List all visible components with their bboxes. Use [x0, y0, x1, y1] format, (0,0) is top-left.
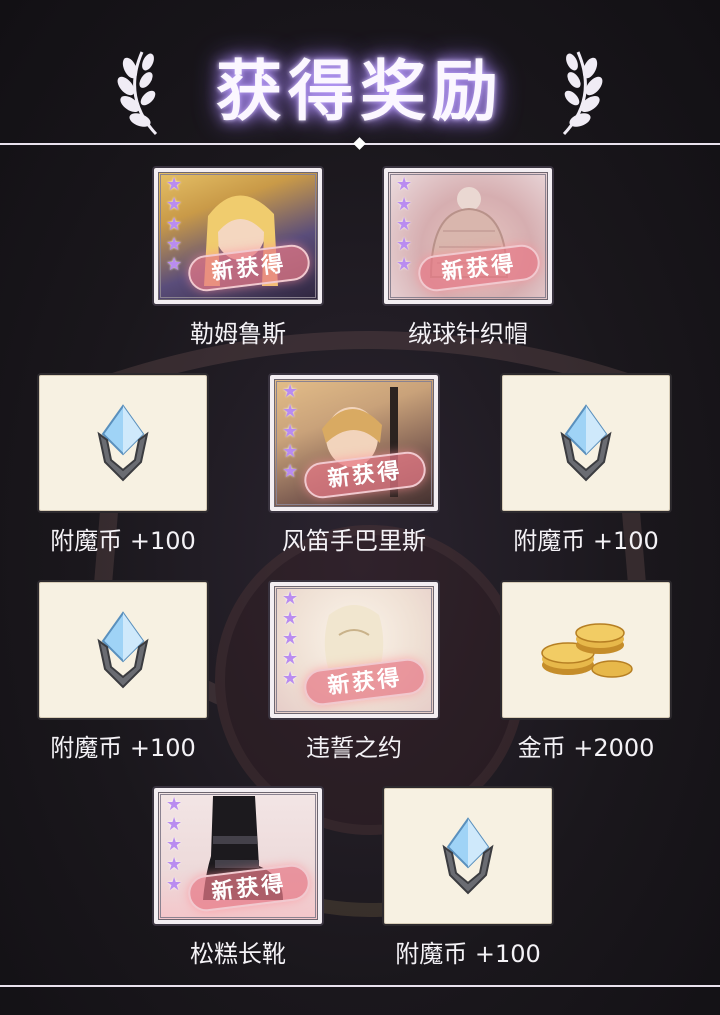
- star-icon: ★: [282, 648, 299, 669]
- star-icon: ★: [282, 628, 299, 649]
- story-card: ★ ★ ★ ★ ★ 新获得: [268, 580, 440, 720]
- reward-label: 附魔币 +100: [395, 940, 541, 968]
- star-icon: ★: [282, 668, 299, 689]
- reward-label: 附魔币 +100: [50, 527, 196, 555]
- enchant-coin-icon: [442, 817, 494, 895]
- reward-item-enchant-coin[interactable]: 附魔币 +100: [500, 373, 672, 555]
- reward-label: 松糕长靴: [190, 940, 286, 968]
- enchant-coin-icon: [97, 611, 149, 689]
- star-icon: ★: [166, 174, 183, 195]
- star-icon: ★: [166, 254, 183, 275]
- star-icon: ★: [166, 834, 183, 855]
- footer-divider: [0, 985, 720, 987]
- star-icon: ★: [396, 194, 413, 215]
- currency-card: [500, 373, 672, 513]
- divider-ornament-icon: [353, 137, 366, 150]
- laurel-right-icon: [562, 51, 603, 136]
- star-icon: ★: [166, 814, 183, 835]
- star-icon: ★: [282, 381, 299, 402]
- star-icon: ★: [282, 421, 299, 442]
- star-icon: ★: [282, 461, 299, 482]
- rarity-stars: ★ ★ ★ ★ ★: [396, 176, 412, 274]
- rarity-stars: ★ ★ ★ ★ ★: [166, 796, 182, 894]
- enchant-coin-icon: [97, 404, 149, 482]
- header: 获得奖励: [0, 0, 720, 150]
- rarity-stars: ★ ★ ★ ★ ★: [282, 383, 298, 481]
- star-icon: ★: [166, 854, 183, 875]
- reward-label: 金币 +2000: [517, 734, 655, 762]
- reward-item-enchant-coin[interactable]: 附魔币 +100: [37, 373, 209, 555]
- star-icon: ★: [282, 401, 299, 422]
- star-icon: ★: [396, 214, 413, 235]
- star-icon: ★: [282, 608, 299, 629]
- reward-item-pompom-hat[interactable]: ★ ★ ★ ★ ★ 新获得 绒球针织帽: [382, 166, 554, 348]
- reward-label: 绒球针织帽: [408, 320, 528, 348]
- reward-item-gold-coins[interactable]: 金币 +2000: [500, 580, 672, 762]
- star-icon: ★: [282, 588, 299, 609]
- rarity-stars: ★ ★ ★ ★ ★: [166, 176, 182, 274]
- star-icon: ★: [396, 174, 413, 195]
- star-icon: ★: [282, 441, 299, 462]
- reward-item-lemrus[interactable]: ★ ★ ★ ★ ★ 新获得 勒姆鲁斯: [152, 166, 324, 348]
- reward-item-enchant-coin[interactable]: 附魔币 +100: [37, 580, 209, 762]
- star-icon: ★: [396, 234, 413, 255]
- star-icon: ★: [166, 794, 183, 815]
- character-card: ★ ★ ★ ★ ★ 新获得: [152, 166, 324, 306]
- costume-card: ★ ★ ★ ★ ★ 新获得: [382, 166, 554, 306]
- currency-card: [382, 786, 554, 926]
- reward-label: 附魔币 +100: [50, 734, 196, 762]
- reward-item-enchant-coin[interactable]: 附魔币 +100: [382, 786, 554, 968]
- reward-label: 违誓之约: [306, 734, 402, 762]
- star-icon: ★: [396, 254, 413, 275]
- reward-item-broken-oath[interactable]: ★ ★ ★ ★ ★ 新获得 违誓之约: [268, 580, 440, 762]
- reward-item-bagpiper-baris[interactable]: ★ ★ ★ ★ ★ 新获得 风笛手巴里斯: [268, 373, 440, 555]
- enchant-coin-icon: [560, 404, 612, 482]
- reward-label: 勒姆鲁斯: [190, 320, 286, 348]
- reward-item-muffin-boots[interactable]: ★ ★ ★ ★ ★ 新获得 松糕长靴: [152, 786, 324, 968]
- page-title: 获得奖励: [216, 52, 504, 130]
- currency-card: [500, 580, 672, 720]
- gold-coins-icon: [541, 623, 633, 678]
- reward-label: 附魔币 +100: [513, 527, 659, 555]
- star-icon: ★: [166, 194, 183, 215]
- star-icon: ★: [166, 214, 183, 235]
- costume-card: ★ ★ ★ ★ ★ 新获得: [152, 786, 324, 926]
- star-icon: ★: [166, 234, 183, 255]
- rarity-stars: ★ ★ ★ ★ ★: [282, 590, 298, 688]
- currency-card: [37, 580, 209, 720]
- reward-label: 风笛手巴里斯: [282, 527, 426, 555]
- character-card: ★ ★ ★ ★ ★ 新获得: [268, 373, 440, 513]
- currency-card: [37, 373, 209, 513]
- star-icon: ★: [166, 874, 183, 895]
